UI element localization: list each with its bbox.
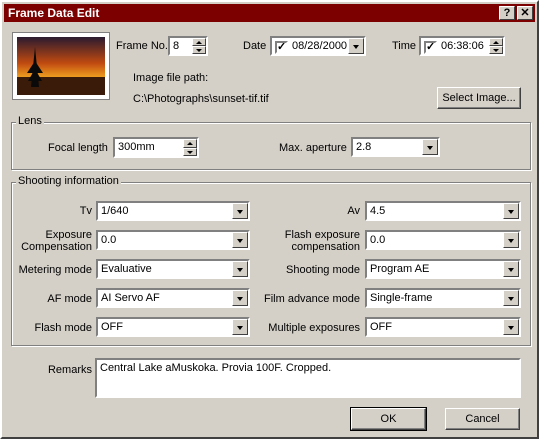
frame-no-label: Frame No. <box>116 40 168 52</box>
title-bar[interactable]: Frame Data Edit ? ✕ <box>4 4 535 22</box>
chevron-down-icon[interactable] <box>503 203 519 219</box>
spin-up-icon[interactable] <box>192 38 206 46</box>
image-thumbnail <box>12 32 110 100</box>
ok-button[interactable]: OK <box>350 407 427 431</box>
spin-up-icon[interactable] <box>489 38 503 46</box>
metering-mode-label: Metering mode <box>18 264 92 276</box>
metering-mode-value: Evaluative <box>101 263 152 275</box>
film-advance-dropdown[interactable]: Single-frame <box>365 288 521 308</box>
help-button[interactable]: ? <box>499 6 515 20</box>
exposure-comp-value: 0.0 <box>101 234 117 246</box>
multiple-exp-label: Multiple exposures <box>268 322 360 334</box>
select-image-button[interactable]: Select Image... <box>437 87 521 109</box>
av-label: Av <box>347 205 360 217</box>
chevron-down-icon[interactable] <box>503 232 519 248</box>
shooting-mode-dropdown[interactable]: Program AE <box>365 259 521 279</box>
flash-exp-comp-dropdown[interactable]: 0.0 <box>365 230 521 250</box>
lens-group-label: Lens <box>16 115 44 127</box>
spin-down-icon[interactable] <box>192 46 206 54</box>
flash-mode-value: OFF <box>101 321 123 333</box>
chevron-down-icon[interactable] <box>232 319 248 335</box>
remarks-label: Remarks <box>47 364 92 376</box>
film-advance-value: Single-frame <box>370 292 433 304</box>
max-aperture-label: Max. aperture <box>279 142 347 154</box>
flash-exp-comp-label-2: compensation <box>291 241 361 253</box>
exposure-comp-label-2: Compensation <box>21 241 92 253</box>
film-advance-label: Film advance mode <box>264 293 360 305</box>
flash-mode-dropdown[interactable]: OFF <box>96 317 250 337</box>
shooting-mode-label: Shooting mode <box>286 264 360 276</box>
frame-no-value: 8 <box>173 40 180 52</box>
exposure-comp-dropdown[interactable]: 0.0 <box>96 230 250 250</box>
flash-mode-label: Flash mode <box>34 322 92 334</box>
sunset-thumbnail-image <box>17 37 105 95</box>
window-title: Frame Data Edit <box>8 6 100 20</box>
time-value: 06:38:06 <box>441 40 484 52</box>
flash-exp-comp-value: 0.0 <box>370 234 386 246</box>
remarks-textarea[interactable]: Central Lake aMuskoka. Provia 100F. Crop… <box>95 358 521 398</box>
af-mode-label: AF mode <box>47 293 92 305</box>
metering-mode-dropdown[interactable]: Evaluative <box>96 259 250 279</box>
image-path-value: C:\Photographs\sunset-tif.tif <box>133 93 269 105</box>
image-path-label: Image file path: <box>133 72 209 84</box>
spin-down-icon[interactable] <box>183 147 197 156</box>
shooting-info-group-label: Shooting information <box>16 175 121 187</box>
af-mode-value: AI Servo AF <box>101 292 160 304</box>
multiple-exp-value: OFF <box>370 321 392 333</box>
chevron-down-icon[interactable] <box>503 261 519 277</box>
time-picker[interactable]: ✓ 06:38:06 <box>419 36 505 56</box>
date-value: 08/28/2000 <box>292 40 348 52</box>
chevron-down-icon[interactable] <box>232 203 248 219</box>
tv-label: Tv <box>79 205 92 217</box>
time-checkbox[interactable]: ✓ <box>424 41 437 54</box>
chevron-down-icon[interactable] <box>232 290 248 306</box>
max-aperture-value: 2.8 <box>356 141 372 153</box>
chevron-down-icon[interactable] <box>503 319 519 335</box>
chevron-down-icon[interactable] <box>232 261 248 277</box>
chevron-down-icon[interactable] <box>232 232 248 248</box>
spin-up-icon[interactable] <box>183 139 197 148</box>
focal-length-value: 300mm <box>118 141 155 153</box>
multiple-exp-dropdown[interactable]: OFF <box>365 317 521 337</box>
max-aperture-dropdown[interactable]: 2.8 <box>351 137 440 157</box>
time-label: Time <box>392 40 417 52</box>
tv-value: 1/640 <box>101 205 129 217</box>
close-button[interactable]: ✕ <box>517 6 533 20</box>
cancel-button[interactable]: Cancel <box>445 408 520 430</box>
av-value: 4.5 <box>370 205 386 217</box>
date-checkbox[interactable]: ✓ <box>275 41 288 54</box>
av-dropdown[interactable]: 4.5 <box>365 201 521 221</box>
exposure-comp-label-1: Exposure <box>45 229 92 241</box>
tv-dropdown[interactable]: 1/640 <box>96 201 250 221</box>
chevron-down-icon[interactable] <box>422 139 438 155</box>
remarks-value: Central Lake aMuskoka. Provia 100F. Crop… <box>100 362 332 374</box>
flash-exp-comp-label-1: Flash exposure <box>284 229 360 241</box>
date-dropdown-icon[interactable] <box>348 38 364 54</box>
af-mode-dropdown[interactable]: AI Servo AF <box>96 288 250 308</box>
spin-down-icon[interactable] <box>489 46 503 54</box>
date-label: Date <box>243 40 267 52</box>
focal-length-spinner[interactable]: 300mm <box>113 137 199 158</box>
date-picker[interactable]: ✓ 08/28/2000 <box>270 36 366 56</box>
focal-length-label: Focal length <box>48 142 108 154</box>
shooting-mode-value: Program AE <box>370 263 430 275</box>
frame-data-edit-dialog: Frame Data Edit ? ✕ Frame No. 8 Date ✓ 0… <box>0 0 539 439</box>
chevron-down-icon[interactable] <box>503 290 519 306</box>
frame-no-spinner[interactable]: 8 <box>168 36 208 56</box>
